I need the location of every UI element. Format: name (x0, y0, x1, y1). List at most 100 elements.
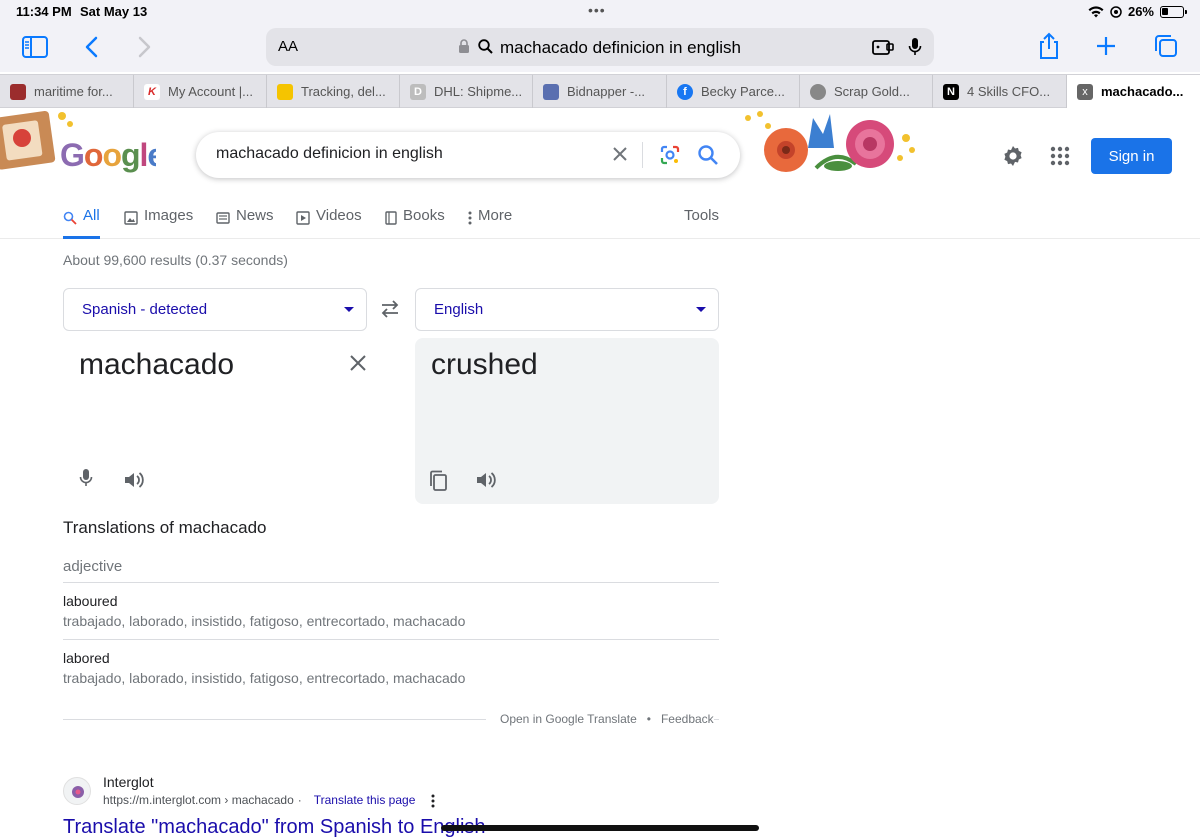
tab-close-icon[interactable]: x (1077, 83, 1093, 100)
translation-word: labored (63, 650, 110, 666)
result-site-name[interactable]: Interglot (103, 774, 154, 790)
tab-label: Images (144, 207, 194, 224)
google-logo[interactable]: Google (60, 138, 156, 174)
kebab-icon (468, 211, 472, 225)
clear-icon[interactable] (608, 142, 632, 166)
result-title-link[interactable]: Translate "machacado" from Spanish to En… (63, 816, 486, 839)
source-text-panel[interactable]: machacado (63, 338, 367, 504)
separator-dot: · (297, 793, 302, 807)
tab-overview-icon[interactable] (1154, 34, 1178, 58)
translation-row[interactable]: laboured trabajado, laborado, insistido,… (63, 593, 719, 629)
multitask-dots-icon[interactable]: ••• (588, 2, 606, 18)
status-right: 26% (1088, 4, 1187, 19)
tab-favicon-icon (810, 83, 826, 100)
tab-label: maritime for... (34, 84, 113, 99)
tab-8-active[interactable]: x machacado... (1067, 75, 1200, 108)
tab-label: News (236, 207, 274, 224)
forward-icon[interactable] (138, 36, 152, 58)
address-bar[interactable]: AA machacado definicion in english (266, 28, 934, 66)
clear-source-icon[interactable] (349, 354, 367, 372)
url-text: machacado definicion in english (500, 38, 741, 57)
back-icon[interactable] (84, 36, 98, 58)
microphone-icon[interactable] (908, 37, 922, 57)
search-box[interactable]: machacado definicion in english (196, 132, 740, 178)
new-tab-icon[interactable] (1096, 36, 1116, 56)
tab-favicon-icon: K (144, 83, 160, 100)
target-language-select[interactable]: English (415, 288, 719, 331)
tab-5[interactable]: f Becky Parce... (667, 75, 800, 108)
reader-aa-button[interactable]: AA (278, 38, 298, 55)
dropdown-caret-icon (696, 307, 706, 312)
translation-row[interactable]: labored trabajado, laborado, insistido, … (63, 650, 719, 686)
flower-doodle-icon (745, 111, 915, 172)
google-lens-icon[interactable] (658, 143, 682, 167)
search-icon (63, 211, 77, 225)
speaker-icon[interactable] (475, 470, 497, 490)
tab-images[interactable]: Images (124, 205, 193, 239)
more-options-icon[interactable] (431, 794, 435, 808)
tab-0[interactable]: maritime for... (0, 75, 134, 108)
part-of-speech: adjective (63, 558, 123, 575)
tab-label: Tracking, del... (301, 84, 386, 99)
safari-toolbar: AA machacado definicion in english (0, 24, 1200, 72)
dropdown-caret-icon (344, 307, 354, 312)
tab-label: All (83, 207, 100, 224)
tab-label: Videos (316, 207, 362, 224)
search-icon (478, 39, 493, 54)
translate-this-page-link[interactable]: Translate this page (314, 793, 416, 808)
tab-news[interactable]: News (216, 205, 274, 239)
home-indicator[interactable] (441, 825, 759, 831)
speaker-icon[interactable] (123, 470, 145, 490)
source-language-label: Spanish - detected (82, 301, 208, 318)
wifi-icon (1088, 5, 1104, 17)
target-language-label: English (434, 301, 484, 318)
tab-more[interactable]: More (468, 205, 512, 239)
tab-4[interactable]: Bidnapper -... (533, 75, 667, 108)
tab-label: My Account |... (168, 84, 254, 99)
tools-button[interactable]: Tools (684, 205, 719, 239)
battery-percent: 26% (1127, 4, 1154, 19)
tab-favicon-icon: N (943, 83, 959, 100)
feedback-link[interactable]: Feedback (661, 712, 714, 726)
open-in-translate-link[interactable]: Open in Google Translate (500, 712, 637, 726)
tab-2[interactable]: Tracking, del... (267, 75, 400, 108)
tab-label: Becky Parce... (701, 84, 785, 99)
result-url[interactable]: https://m.interglot.com › machacado (103, 793, 294, 808)
translation-synonyms: trabajado, laborado, insistido, fatigoso… (63, 613, 466, 629)
tab-all[interactable]: All (63, 205, 100, 239)
translations-heading: Translations of machacado (63, 518, 267, 537)
target-text-panel: crushed (415, 338, 719, 504)
result-stats: About 99,600 results (0.37 seconds) (63, 252, 288, 268)
source-text[interactable]: machacado (79, 348, 234, 382)
apps-grid-icon[interactable] (1049, 145, 1071, 167)
tab-3[interactable]: D DHL: Shipme... (400, 75, 533, 108)
translation-word: laboured (63, 593, 118, 609)
tab-videos[interactable]: Videos (296, 205, 362, 239)
sidebar-icon[interactable] (22, 36, 48, 58)
search-input[interactable]: machacado definicion in english (216, 145, 443, 163)
tab-label: 4 Skills CFO... (967, 84, 1051, 99)
lock-icon (459, 39, 469, 53)
search-icon[interactable] (696, 143, 720, 167)
microphone-icon[interactable] (79, 468, 93, 488)
search-nav-tabs: All Images News Videos Books More Tools (0, 205, 1200, 239)
tab-7[interactable]: N 4 Skills CFO... (933, 75, 1067, 108)
translated-text: crushed (431, 348, 538, 381)
extension-icon[interactable] (872, 38, 894, 56)
copy-icon[interactable] (428, 470, 448, 492)
share-icon[interactable] (1038, 32, 1060, 60)
tab-favicon-icon (10, 83, 26, 100)
swap-languages-icon[interactable] (379, 300, 401, 318)
tab-label: machacado... (1101, 84, 1184, 99)
status-date: Sat May 13 (80, 4, 148, 19)
battery-icon (1160, 5, 1187, 18)
tab-books[interactable]: Books (385, 205, 445, 239)
tab-strip: maritime for... K My Account |... Trackin… (0, 74, 1200, 108)
source-language-select[interactable]: Spanish - detected (63, 288, 367, 331)
sign-in-button[interactable]: Sign in (1091, 138, 1172, 174)
tab-label: More (478, 207, 513, 224)
tab-6[interactable]: Scrap Gold... (800, 75, 933, 108)
book-icon (385, 211, 397, 225)
settings-gear-icon[interactable] (1001, 144, 1025, 168)
tab-1[interactable]: K My Account |... (134, 75, 267, 108)
